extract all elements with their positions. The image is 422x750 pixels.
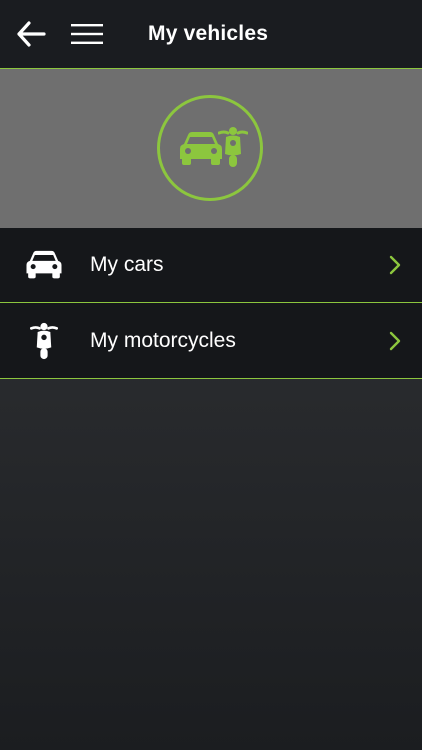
motorcycle-icon <box>218 127 248 167</box>
vehicles-emblem <box>157 95 263 201</box>
car-icon <box>26 250 62 279</box>
app-header: My vehicles <box>0 0 422 69</box>
list-item-label: My motorcycles <box>90 328 236 352</box>
hamburger-menu-icon <box>71 24 103 44</box>
list-item-my-cars[interactable]: My cars <box>0 228 422 303</box>
list-item-my-motorcycles[interactable]: My motorcycles <box>0 303 422 379</box>
list-item-label: My cars <box>90 253 164 276</box>
motorcycle-icon <box>30 322 58 359</box>
page-title: My vehicles <box>148 22 269 45</box>
arrow-left-icon <box>17 21 46 47</box>
vehicle-category-list: My cars My motorcycles <box>0 228 422 379</box>
chevron-right-icon <box>389 255 401 275</box>
menu-button[interactable] <box>70 20 104 48</box>
chevron-right-icon <box>389 331 401 350</box>
vehicles-banner <box>0 69 422 228</box>
back-button[interactable] <box>14 18 48 50</box>
